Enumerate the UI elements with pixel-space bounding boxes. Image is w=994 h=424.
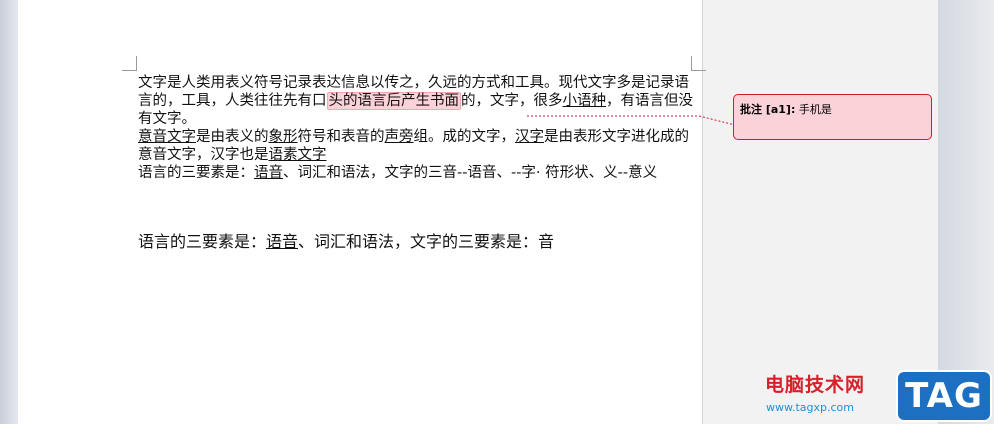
underlined-term: 声旁: [384, 129, 414, 145]
underlined-term: 汉字: [515, 129, 544, 145]
comment-label: 批注 [a1]:: [740, 103, 796, 116]
watermark: 电脑技术网 www.tagxp.com TAG: [762, 370, 994, 424]
margin-corner-left: [122, 56, 137, 71]
text-run: 、词汇和语法，文字的三要素是：音: [298, 232, 555, 251]
watermark-badge: TAG: [896, 370, 992, 422]
text-run: 的，文字，很多: [461, 93, 563, 109]
underlined-term: 语素文字: [268, 147, 327, 163]
comment-balloon[interactable]: 批注 [a1]: 手机是: [733, 94, 932, 140]
text-run: 、词汇和语法，文字的三音--语音、--字· 符形状、义--意义: [283, 165, 658, 181]
text-run: 符号和表音的: [297, 129, 385, 145]
underlined-term: 象形: [268, 129, 298, 145]
comment-connector-line: [527, 115, 736, 126]
text-run: 是由表义的: [196, 129, 269, 145]
watermark-url: www.tagxp.com: [766, 401, 854, 414]
paragraph-3[interactable]: 语言的三要素是：语音、词汇和语法，文字的三音--语音、--字· 符形状、义--意…: [138, 164, 694, 182]
underlined-term: 意音文字: [138, 129, 196, 145]
text-run: 语言的三要素是：: [138, 232, 267, 251]
document-page[interactable]: [18, 0, 702, 424]
comment-text[interactable]: 手机是: [795, 103, 832, 116]
left-gutter: [0, 0, 18, 424]
right-gutter: [938, 0, 994, 424]
markup-pane: [702, 0, 939, 424]
underlined-term: 语音: [266, 232, 299, 251]
underlined-term: 小语种: [562, 93, 607, 109]
paragraph-2[interactable]: 意音文字是由表义的象形符号和表音的声旁组。成的文字，汉字是由表形文字进化成的意音…: [138, 128, 694, 164]
document-body[interactable]: 文字是人类用表义符号记录表达信息以传之，久远的方式和工具。现代文字多是记录语言的…: [138, 74, 694, 182]
commented-text[interactable]: 头的语言后产生书面: [326, 92, 461, 110]
underlined-term: 语音: [254, 165, 283, 181]
text-run: 语言的三要素是：: [138, 165, 254, 181]
watermark-title: 电脑技术网: [765, 374, 866, 396]
paragraph-4[interactable]: 语言的三要素是：语音、词汇和语法，文字的三要素是：音: [138, 228, 694, 252]
margin-corner-right: [691, 56, 706, 71]
text-run: 组。成的文字，: [413, 129, 516, 145]
